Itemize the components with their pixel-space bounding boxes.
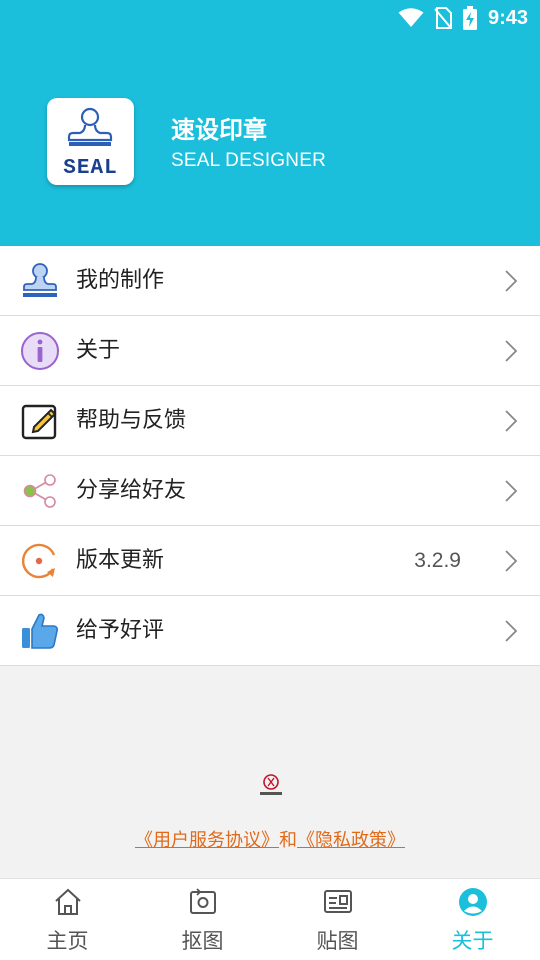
share-icon (23, 474, 56, 508)
info-icon (21, 332, 59, 370)
nav-home[interactable]: 主页 (0, 879, 135, 960)
privacy-policy-link[interactable]: 《隐私政策》 (297, 830, 405, 851)
stamp-icon (23, 263, 57, 297)
menu-item-label: 版本更新 (76, 548, 165, 573)
edit-icon (21, 404, 57, 440)
nav-label: 贴图 (316, 929, 359, 953)
nav-label: 抠图 (181, 929, 224, 953)
bottom-navigation: 主页 抠图 贴图 关于 (0, 878, 540, 960)
wifi-icon (398, 8, 424, 27)
version-number: 3.2.9 (414, 549, 461, 572)
menu-item-rate[interactable]: 给予好评 (0, 596, 540, 666)
logo-text: SEAL (63, 157, 117, 180)
nav-cutout[interactable]: 抠图 (135, 879, 270, 960)
chevron-right-icon (505, 270, 518, 292)
legal-links: 《用户服务协议》和《隐私政策》 (0, 826, 540, 852)
company-seal-icon (260, 774, 282, 795)
nav-about[interactable]: 关于 (405, 879, 540, 960)
chevron-right-icon (505, 620, 518, 642)
thumbs-up-icon (22, 613, 58, 649)
chevron-right-icon (505, 480, 518, 502)
menu-item-label: 给予好评 (76, 618, 165, 643)
app-logo: SEAL (47, 98, 134, 185)
crop-icon (189, 888, 216, 914)
app-subtitle: SEAL DESIGNER (171, 150, 326, 171)
menu-item-share[interactable]: 分享给好友 (0, 456, 540, 526)
chevron-right-icon (505, 410, 518, 432)
status-bar: 9:43 (398, 5, 528, 31)
legal-links-connector: 和 (279, 830, 297, 851)
settings-menu: 我的制作 关于 帮助与反馈 分享给好友 版本更新 3.2.9 给予好评 (0, 246, 540, 666)
user-icon (458, 888, 487, 916)
menu-item-version-update[interactable]: 版本更新 3.2.9 (0, 526, 540, 596)
app-header: 9:43 SEAL 速设印章 SEAL DESIGNER (0, 0, 540, 246)
chevron-right-icon (505, 550, 518, 572)
battery-charging-icon (462, 6, 477, 30)
menu-item-my-works[interactable]: 我的制作 (0, 246, 540, 316)
nav-label: 主页 (46, 929, 89, 953)
sticker-icon (323, 890, 352, 913)
menu-item-about[interactable]: 关于 (0, 316, 540, 386)
nav-sticker[interactable]: 贴图 (270, 879, 405, 960)
chevron-right-icon (505, 340, 518, 362)
update-icon (21, 543, 56, 579)
nav-label: 关于 (451, 929, 494, 953)
menu-item-label: 我的制作 (76, 268, 165, 293)
menu-item-label: 帮助与反馈 (76, 408, 187, 433)
menu-item-label: 分享给好友 (76, 478, 187, 503)
menu-item-help-feedback[interactable]: 帮助与反馈 (0, 386, 540, 456)
app-title: 速设印章 (171, 116, 267, 144)
no-sim-icon (434, 7, 452, 29)
status-time: 9:43 (487, 6, 528, 29)
user-agreement-link[interactable]: 《用户服务协议》 (135, 830, 279, 851)
home-icon (54, 888, 81, 915)
menu-item-label: 关于 (76, 338, 121, 363)
